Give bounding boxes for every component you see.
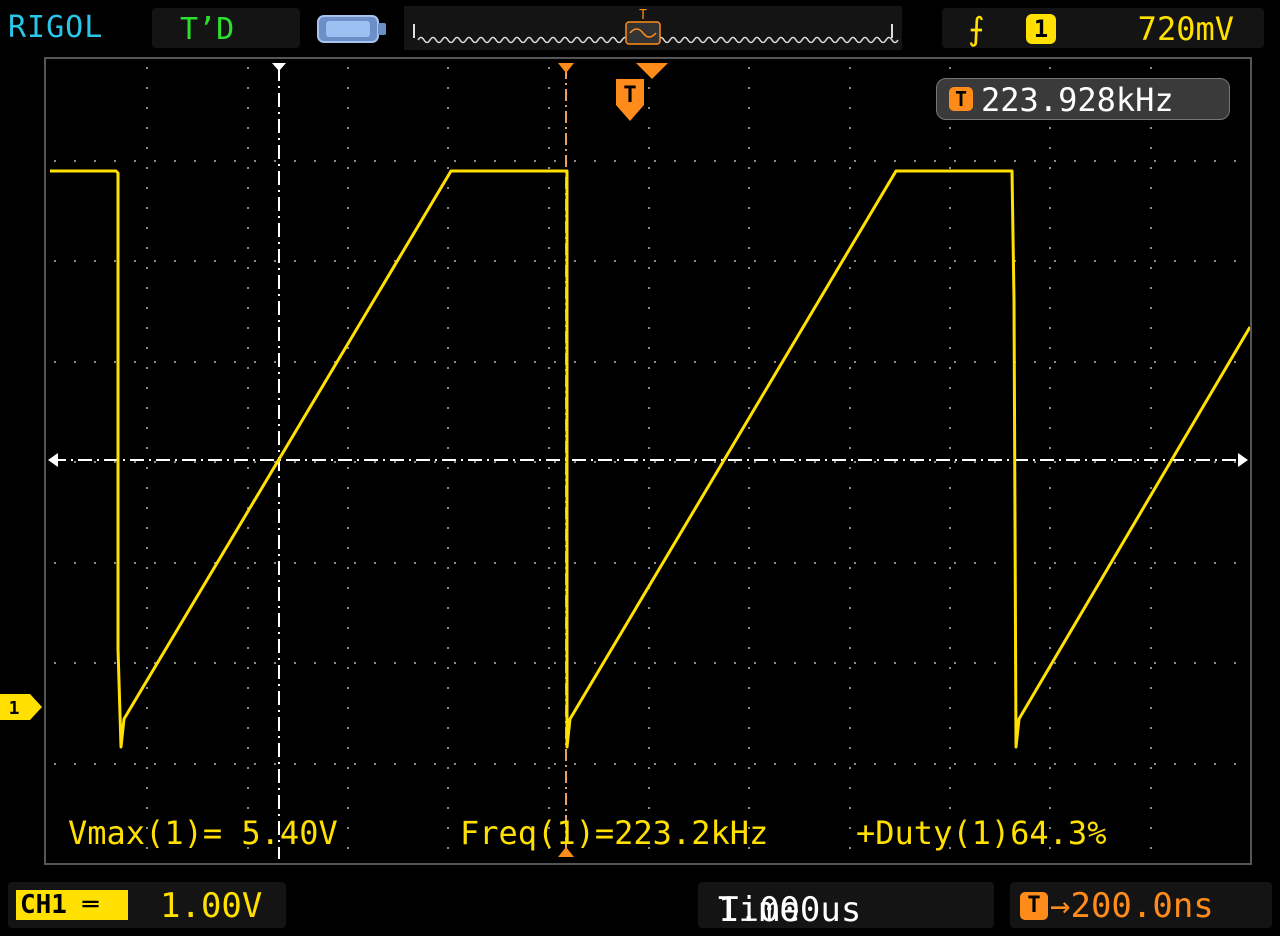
dc-coupling-icon: ═ <box>66 890 99 920</box>
frequency-counter-value: 223.928kHz <box>981 81 1174 119</box>
svg-text:1: 1 <box>9 698 20 719</box>
trigger-offset-value: →200.0ns <box>1050 886 1214 926</box>
brand-logo: RIGOL <box>8 10 104 45</box>
channel1-volts-per-div: 1.00V <box>160 886 263 926</box>
svg-text:T: T <box>639 8 647 23</box>
measurement-freq: Freq(1)=223.2kHz <box>460 814 769 852</box>
channel1-offset-marker[interactable]: 1 <box>0 692 42 722</box>
trigger-offset-icon: T <box>1020 892 1048 920</box>
channel1-scale[interactable]: CH1 ═ 1.00V <box>8 882 286 928</box>
memory-depth-bar[interactable]: T <box>404 6 902 50</box>
trigger-channel-badge: 1 <box>1026 14 1056 44</box>
waveform-display[interactable]: T <box>44 57 1252 865</box>
svg-text:T: T <box>623 83 636 108</box>
trigger-offset[interactable]: T →200.0ns <box>1010 882 1272 928</box>
measurement-duty: +Duty(1)64.3% <box>856 814 1107 852</box>
trigger-icon: T <box>949 87 973 111</box>
measurement-vmax: Vmax(1)= 5.40V <box>68 814 338 852</box>
trigger-level: 720mV <box>1137 10 1234 48</box>
trigger-status-indicator: T’D <box>152 8 300 48</box>
trigger-position-marker[interactable]: T <box>616 79 644 121</box>
trigger-settings[interactable]: ⨍ 1 720mV <box>942 8 1264 48</box>
rising-edge-icon: ⨍ <box>968 10 985 48</box>
channel1-label: CH1 ═ <box>16 890 128 920</box>
timebase-scale[interactable]: Time 1.000us <box>698 882 994 930</box>
timebase-text: Time 1.000us <box>718 890 862 930</box>
trigger-status-text: T’D <box>180 12 235 47</box>
battery-icon <box>316 12 388 46</box>
frequency-counter: T 223.928kHz <box>936 78 1230 120</box>
